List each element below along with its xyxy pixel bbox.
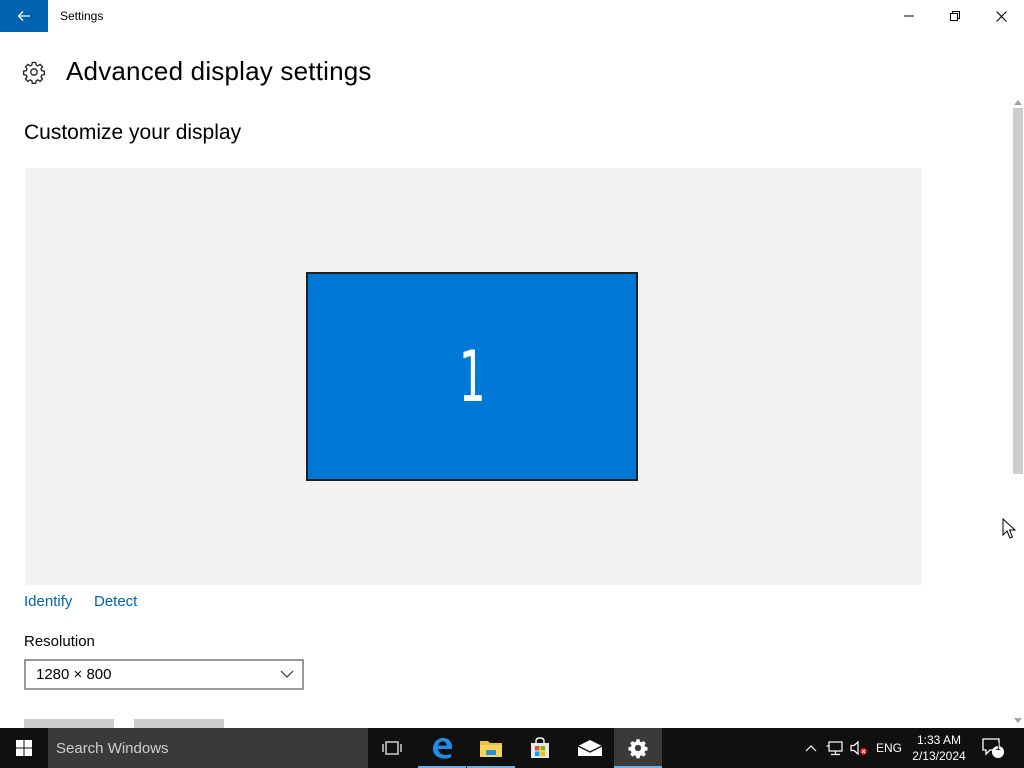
taskbar: Search Windows ENG 1:33 AM 2/13/2024 1 [0,728,1024,768]
cancel-button-partial[interactable] [134,719,224,728]
display-number: 1 [458,335,486,418]
search-box[interactable]: Search Windows [48,728,368,768]
display-arrangement-area: 1 [25,168,922,585]
search-placeholder: Search Windows [56,740,169,757]
clock-date: 2/13/2024 [912,749,966,763]
notification-count: 1 [995,742,1001,753]
display-tile-1[interactable]: 1 [306,272,638,481]
windows-logo-icon [16,740,32,756]
mail-taskbar-button[interactable] [566,728,614,768]
chevron-up-icon [805,745,817,752]
edge-taskbar-button[interactable] [418,728,466,768]
window-title: Settings [60,9,104,23]
show-hidden-icons-button[interactable] [800,728,822,768]
file-explorer-icon [480,741,502,757]
clock-time: 1:33 AM [916,733,962,747]
restore-button[interactable] [932,0,978,32]
input-language-indicator[interactable]: ENG [876,741,902,755]
scroll-down-icon [1014,717,1022,723]
resolution-value: 1280 × 800 [36,666,112,683]
scrollbar-thumb[interactable] [1013,108,1023,474]
volume-tray-button[interactable] [848,728,870,768]
network-icon [826,741,843,756]
volume-muted-icon [850,740,867,756]
minimize-button[interactable] [886,0,932,32]
apply-button-partial[interactable] [24,719,114,728]
chevron-down-icon [280,670,294,678]
resolution-dropdown[interactable]: 1280 × 800 [24,659,304,690]
task-view-icon [382,741,402,755]
network-tray-button[interactable] [824,728,846,768]
scroll-down-button[interactable] [1012,714,1024,726]
title-bar: Settings [0,0,1024,32]
scroll-up-icon [1014,99,1022,105]
task-view-button[interactable] [368,728,416,768]
back-arrow-icon [17,11,30,21]
edge-icon [433,738,452,759]
identify-link[interactable]: Identify [24,593,72,610]
mouse-cursor-icon [1002,518,1016,539]
minimize-icon [904,15,914,17]
detect-link[interactable]: Detect [94,593,137,610]
store-taskbar-button[interactable] [516,728,564,768]
close-icon [995,10,1007,22]
mail-icon [577,740,603,756]
page-title: Advanced display settings [66,56,372,86]
store-icon [531,737,549,758]
section-heading: Customize your display [24,121,242,144]
clock[interactable]: 1:33 AM 2/13/2024 [908,732,970,764]
back-button[interactable] [0,0,48,32]
close-button[interactable] [978,0,1024,32]
restore-icon [950,11,960,21]
action-center-button[interactable]: 1 [980,728,1006,768]
settings-icon [628,739,648,759]
resolution-label: Resolution [24,633,95,650]
settings-taskbar-button[interactable] [614,728,662,768]
gear-icon [22,61,46,84]
file-explorer-taskbar-button[interactable] [467,728,515,768]
start-button[interactable] [0,728,48,768]
scroll-up-button[interactable] [1012,96,1024,108]
